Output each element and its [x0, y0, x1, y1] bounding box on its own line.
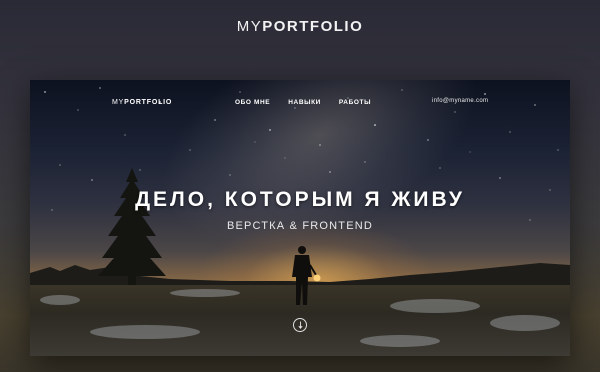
hero-headline: ДЕЛО, КОТОРЫМ Я ЖИВУ: [135, 188, 465, 211]
nav-logo[interactable]: MYPORTFOLIO: [112, 99, 172, 106]
person-with-lantern: [292, 246, 321, 305]
nav-item-works[interactable]: РАБОТЫ: [339, 99, 371, 106]
nav-email-link[interactable]: info@myname.com: [432, 98, 488, 104]
hero-subheadline: ВЕРСТКА & FRONTEND: [226, 220, 374, 232]
hero-section: MYPORTFOLIO ОБО МНЕ НАВЫКИ РАБОТЫ info@m…: [30, 80, 570, 356]
page-logo-bold: PORTFOLIO: [262, 18, 364, 35]
nav-logo-bold: PORTFOLIO: [124, 99, 173, 106]
nav-item-about[interactable]: ОБО МНЕ: [235, 99, 270, 106]
page-logo: MYPORTFOLIO: [0, 18, 600, 35]
nav-menu: ОБО МНЕ НАВЫКИ РАБОТЫ: [235, 99, 389, 106]
scroll-down-button[interactable]: [293, 318, 307, 332]
nav-logo-light: MY: [112, 99, 125, 106]
nav-item-skills[interactable]: НАВЫКИ: [288, 99, 321, 106]
arrow-down-icon: [298, 321, 303, 329]
page-logo-light: MY: [236, 18, 263, 35]
